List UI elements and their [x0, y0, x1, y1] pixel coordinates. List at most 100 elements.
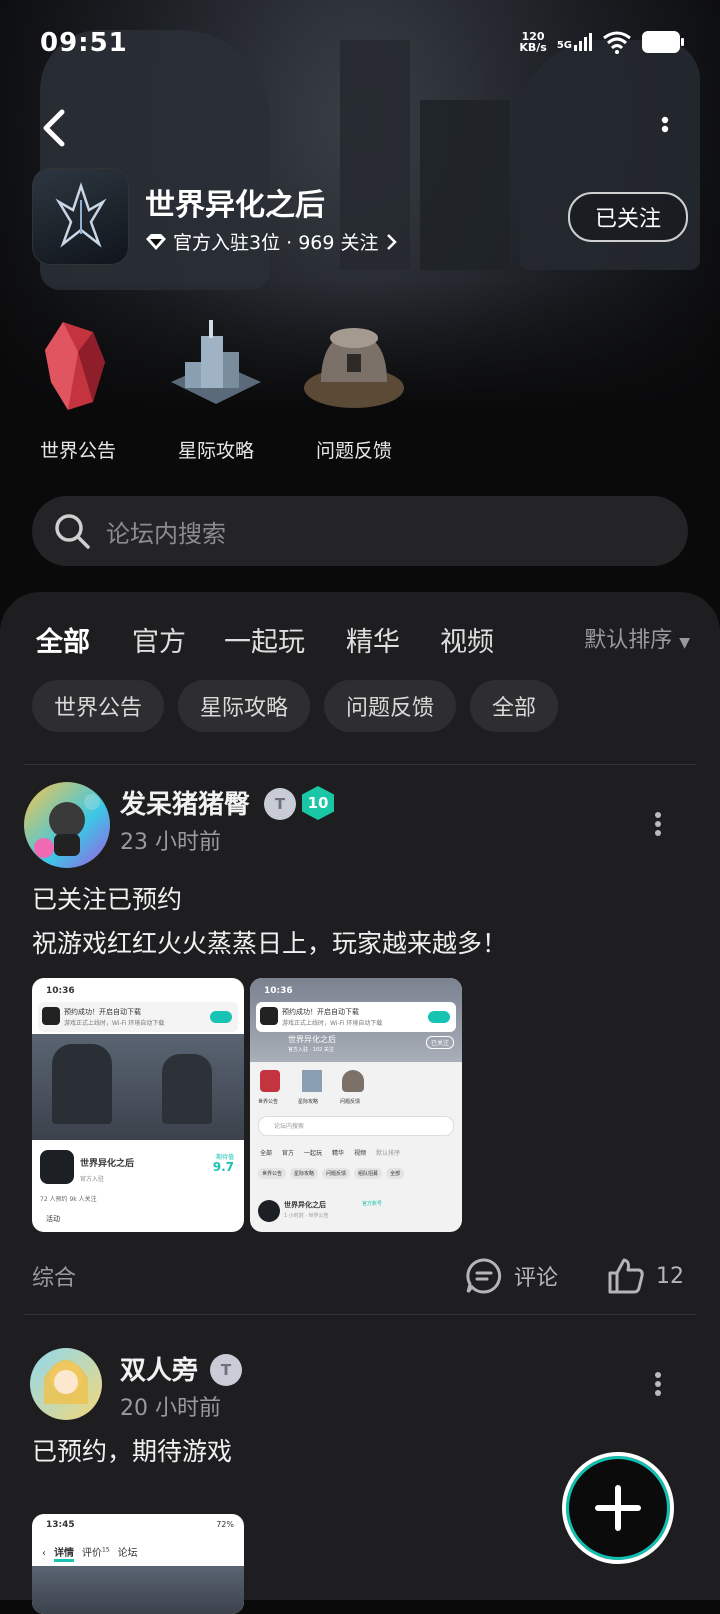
tab-official[interactable]: 官方 — [132, 620, 186, 659]
post-more-icon[interactable] — [654, 812, 662, 836]
post-category[interactable]: 综合 — [32, 1260, 76, 1292]
shortcut-label: 问题反馈 — [315, 440, 392, 462]
thumb-battery: 72% — [216, 1520, 234, 1529]
thumb-review-count: 15 — [102, 1546, 110, 1554]
thumb-review-tab: 评价15 — [82, 1544, 110, 1559]
comment-icon — [466, 1258, 502, 1294]
thumb-toast-title: 预约成功！开启自动下载 — [282, 1008, 359, 1016]
avatar-art — [34, 794, 100, 858]
post-time: 20 小时前 — [120, 1396, 221, 1421]
search-input[interactable]: 论坛内搜索 — [32, 496, 688, 566]
thumb-tab: 评价 — [82, 1548, 102, 1559]
thumb-tabs: 全部 官方 一起玩 精华 视频 默认排序 — [260, 1148, 400, 1157]
search-placeholder: 论坛内搜索 — [106, 519, 226, 548]
space-city-icon — [171, 320, 261, 404]
machine-dome-icon — [304, 328, 404, 408]
thumb-toast: 预约成功！开启自动下载 游戏正式上线时，Wi-Fi 环境自动下载 — [256, 1002, 456, 1032]
tab-featured[interactable]: 精华 — [346, 620, 400, 659]
chevron-right-icon — [386, 233, 397, 250]
shortcut-space-guide[interactable]: 星际攻略 — [156, 312, 276, 463]
post-more-icon[interactable] — [654, 1372, 662, 1396]
thumb-chip: 世界公告 — [258, 1168, 287, 1179]
thumb-shortcut-label: 星际攻略 — [298, 1099, 319, 1105]
tab-all[interactable]: 全部 — [36, 620, 90, 665]
thumb-score: 9.7 — [212, 1160, 234, 1174]
post-body: 已关注已预约 祝游戏红红火火蒸蒸日上，玩家越来越多！ — [32, 878, 507, 966]
thumb-follow: 已关注 — [425, 1036, 454, 1049]
author-name[interactable]: 双人旁 — [120, 1350, 198, 1387]
cell-signal-icon: 5G — [557, 33, 592, 51]
thumb-chip: 组队招募 — [354, 1168, 383, 1179]
like-count: 12 — [656, 1263, 684, 1289]
author-name[interactable]: 发呆猪猪臀 — [120, 784, 250, 821]
post-line: 已关注已预约 — [32, 885, 183, 914]
thumb-toast-sub: 游戏正式上线时，Wi-Fi 环境自动下载 — [282, 1020, 383, 1027]
follow-button[interactable]: 已关注 — [568, 192, 688, 242]
create-post-button[interactable] — [562, 1452, 674, 1564]
tap-level-badge-icon: T — [264, 788, 296, 820]
chip-space-guide[interactable]: 星际攻略 — [178, 680, 311, 732]
thumbs-up-icon — [608, 1258, 644, 1294]
shortcut-world-notice[interactable]: 世界公告 — [18, 312, 138, 463]
post-image[interactable]: 10:36 预约成功！开启自动下载 游戏正式上线时，Wi-Fi 环境自动下载 世… — [32, 978, 244, 1232]
forum-tabs: 全部 官方 一起玩 精华 视频 默认排序 ▼ — [36, 620, 690, 670]
thumb-tab: 视频 — [354, 1150, 367, 1157]
thumb-chip: 星际攻略 — [290, 1168, 319, 1179]
thumb-tab: 全部 — [260, 1150, 273, 1157]
thumb-tab: 精华 — [332, 1150, 345, 1157]
thumb-stats: 72 人预约 9k 人关注 — [40, 1196, 97, 1203]
thumb-search: 论坛内搜索 — [274, 1123, 305, 1130]
post-time: 23 小时前 — [120, 830, 221, 855]
thumb-shortcut-label: 世界公告 — [258, 1099, 279, 1105]
comment-button[interactable]: 评论 — [464, 1256, 558, 1296]
post-line: 已预约，期待游戏 — [32, 1437, 233, 1466]
tap-level-badge-icon: T — [210, 1354, 242, 1386]
diamond-icon — [146, 233, 166, 250]
thumb-tab: 论坛 — [117, 1548, 138, 1559]
thumb-game-art — [32, 1034, 244, 1140]
thumb-post-tag: 官方账号 — [362, 1201, 383, 1207]
chip-world-notice[interactable]: 世界公告 — [32, 680, 165, 732]
thumb-tab: 详情 — [54, 1544, 74, 1562]
game-title: 世界异化之后 — [145, 188, 325, 223]
thumb-tab: 默认排序 — [376, 1150, 401, 1157]
divider — [24, 764, 696, 765]
post-image[interactable]: 13:45 72% ‹ 详情 评价15 论坛 — [32, 1514, 244, 1614]
more-vertical-icon[interactable] — [660, 116, 670, 142]
game-meta-text: 官方入驻3位 · 969 关注 — [173, 232, 379, 254]
tab-video[interactable]: 视频 — [440, 620, 494, 659]
tab-play-together[interactable]: 一起玩 — [224, 620, 305, 659]
post-image[interactable]: 10:36 预约成功！开启自动下载 游戏正式上线时，Wi-Fi 环境自动下载 世… — [250, 978, 462, 1232]
divider — [24, 1314, 696, 1315]
back-arrow-icon[interactable] — [36, 108, 72, 148]
chip-all[interactable]: 全部 — [470, 680, 559, 732]
category-chips: 世界公告 星际攻略 问题反馈 全部 — [32, 680, 559, 732]
thumb-tab: 一起玩 — [304, 1150, 323, 1157]
thumb-detail-tabs: ‹ 详情 评价15 论坛 — [42, 1544, 138, 1562]
thumb-shortcut-label: 问题反馈 — [340, 1099, 361, 1105]
thumb-toast-sub: 游戏正式上线时，Wi-Fi 环境自动下载 — [64, 1020, 165, 1027]
post-card[interactable]: 发呆猪猪臀 T 10 23 小时前 已关注已预约 祝游戏红红火火蒸蒸日上，玩家越… — [0, 772, 720, 1302]
status-bar: 09:51 120 KB/s 5G — [40, 28, 684, 60]
caret-down-icon: ▼ — [679, 635, 690, 651]
chip-feedback[interactable]: 问题反馈 — [324, 680, 457, 732]
game-meta[interactable]: 官方入驻3位 · 969 关注 — [145, 228, 397, 255]
thumb-toast: 预约成功！开启自动下载 游戏正式上线时，Wi-Fi 环境自动下载 — [38, 1002, 238, 1032]
like-button[interactable]: 12 — [606, 1256, 684, 1296]
shortcut-feedback[interactable]: 问题反馈 — [294, 312, 414, 463]
plus-icon — [595, 1485, 641, 1531]
thumb-chips: 世界公告 星际攻略 问题反馈 组队招募 全部 — [258, 1168, 405, 1179]
shortcut-label: 世界公告 — [39, 440, 116, 462]
thumb-toast-title: 预约成功！开启自动下载 — [64, 1008, 141, 1016]
avatar[interactable] — [30, 1348, 102, 1420]
avatar[interactable] — [24, 782, 110, 868]
thumb-official: 官方入驻 — [80, 1176, 105, 1183]
thumb-game-name: 世界异化之后 — [80, 1159, 135, 1169]
post-body: 已预约，期待游戏 — [32, 1430, 232, 1474]
sort-dropdown[interactable]: 默认排序 ▼ — [584, 622, 690, 654]
battery-icon — [642, 31, 684, 53]
level-badge: 10 — [302, 786, 334, 820]
game-logo[interactable] — [32, 168, 129, 265]
shortcut-label: 星际攻略 — [177, 440, 254, 462]
thumb-game-art — [32, 1566, 244, 1614]
